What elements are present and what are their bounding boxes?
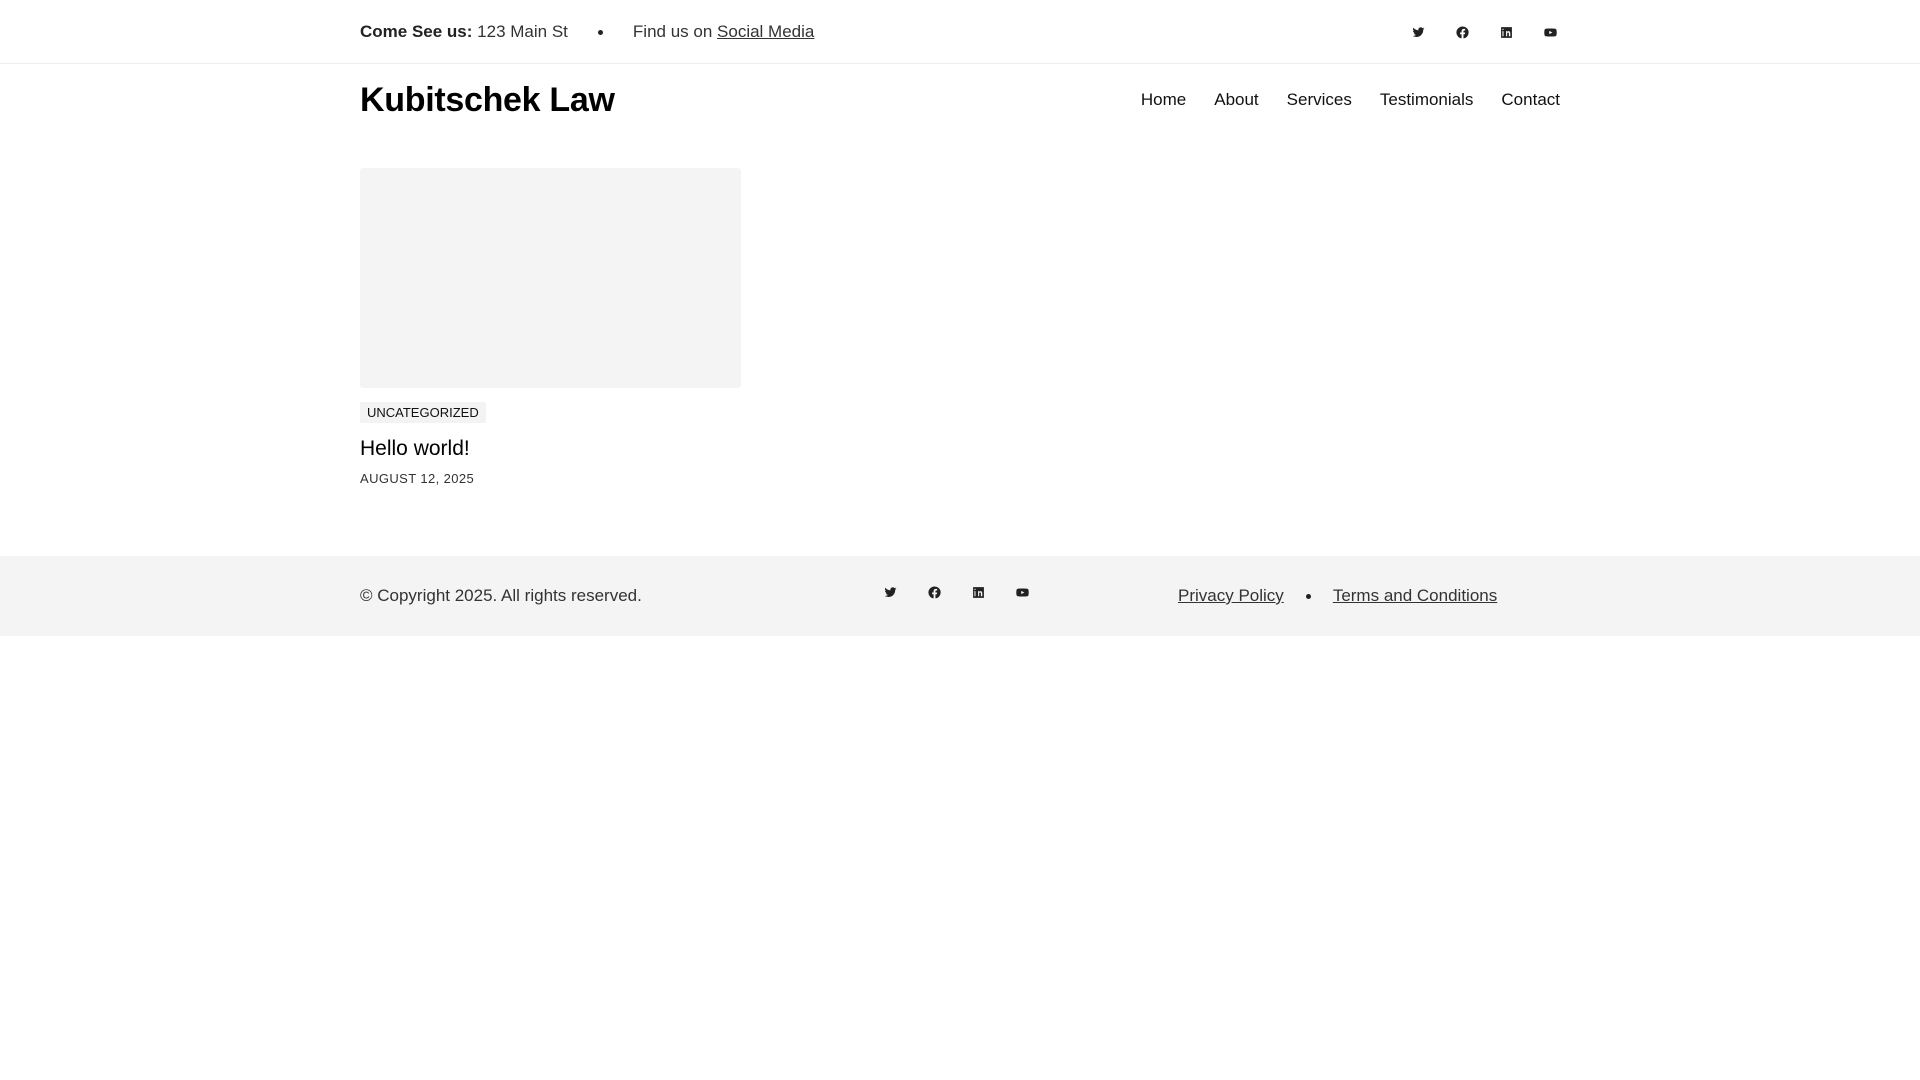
post-card: UNCATEGORIZED Hello world! AUGUST 12, 20… xyxy=(360,168,741,486)
top-bar: Come See us: 123 Main St Find us on Soci… xyxy=(0,0,1920,64)
site-header: Kubitschek Law Home About Services Testi… xyxy=(0,64,1920,144)
address-value: 123 Main St xyxy=(477,22,568,41)
post-title[interactable]: Hello world! xyxy=(360,437,741,461)
post-category[interactable]: UNCATEGORIZED xyxy=(360,402,486,423)
post-date: AUGUST 12, 2025 xyxy=(360,471,475,486)
privacy-policy-link[interactable]: Privacy Policy xyxy=(1178,586,1284,606)
main-content: UNCATEGORIZED Hello world! AUGUST 12, 20… xyxy=(0,144,1920,486)
linkedin-icon[interactable] xyxy=(968,582,988,602)
youtube-icon[interactable] xyxy=(1540,22,1560,42)
social-media-link[interactable]: Social Media xyxy=(717,22,814,42)
top-social-icons xyxy=(1408,22,1560,42)
nav-testimonials[interactable]: Testimonials xyxy=(1380,90,1474,110)
youtube-icon[interactable] xyxy=(1012,582,1032,602)
facebook-icon[interactable] xyxy=(924,582,944,602)
separator-dot xyxy=(1305,593,1311,599)
facebook-icon[interactable] xyxy=(1452,22,1472,42)
site-footer: © Copyright 2025. All rights reserved. P… xyxy=(0,556,1920,636)
address-label: Come See us: xyxy=(360,22,473,41)
nav-home[interactable]: Home xyxy=(1141,90,1186,110)
copyright-text: © Copyright 2025. All rights reserved. xyxy=(360,586,642,605)
top-bar-info: Come See us: 123 Main St Find us on Soci… xyxy=(360,22,814,42)
twitter-icon[interactable] xyxy=(1408,22,1428,42)
twitter-icon[interactable] xyxy=(880,582,900,602)
main-nav: Home About Services Testimonials Contact xyxy=(1141,90,1560,110)
nav-services[interactable]: Services xyxy=(1287,90,1352,110)
footer-social-icons xyxy=(880,582,1032,602)
site-title[interactable]: Kubitschek Law xyxy=(360,81,615,120)
nav-contact[interactable]: Contact xyxy=(1501,90,1560,110)
find-us-text: Find us on xyxy=(632,22,713,41)
nav-about[interactable]: About xyxy=(1214,90,1258,110)
terms-link[interactable]: Terms and Conditions xyxy=(1333,586,1497,606)
post-thumbnail[interactable] xyxy=(360,168,741,388)
footer-links: Privacy Policy Terms and Conditions xyxy=(1178,586,1497,606)
separator-dot xyxy=(597,29,603,35)
linkedin-icon[interactable] xyxy=(1496,22,1516,42)
